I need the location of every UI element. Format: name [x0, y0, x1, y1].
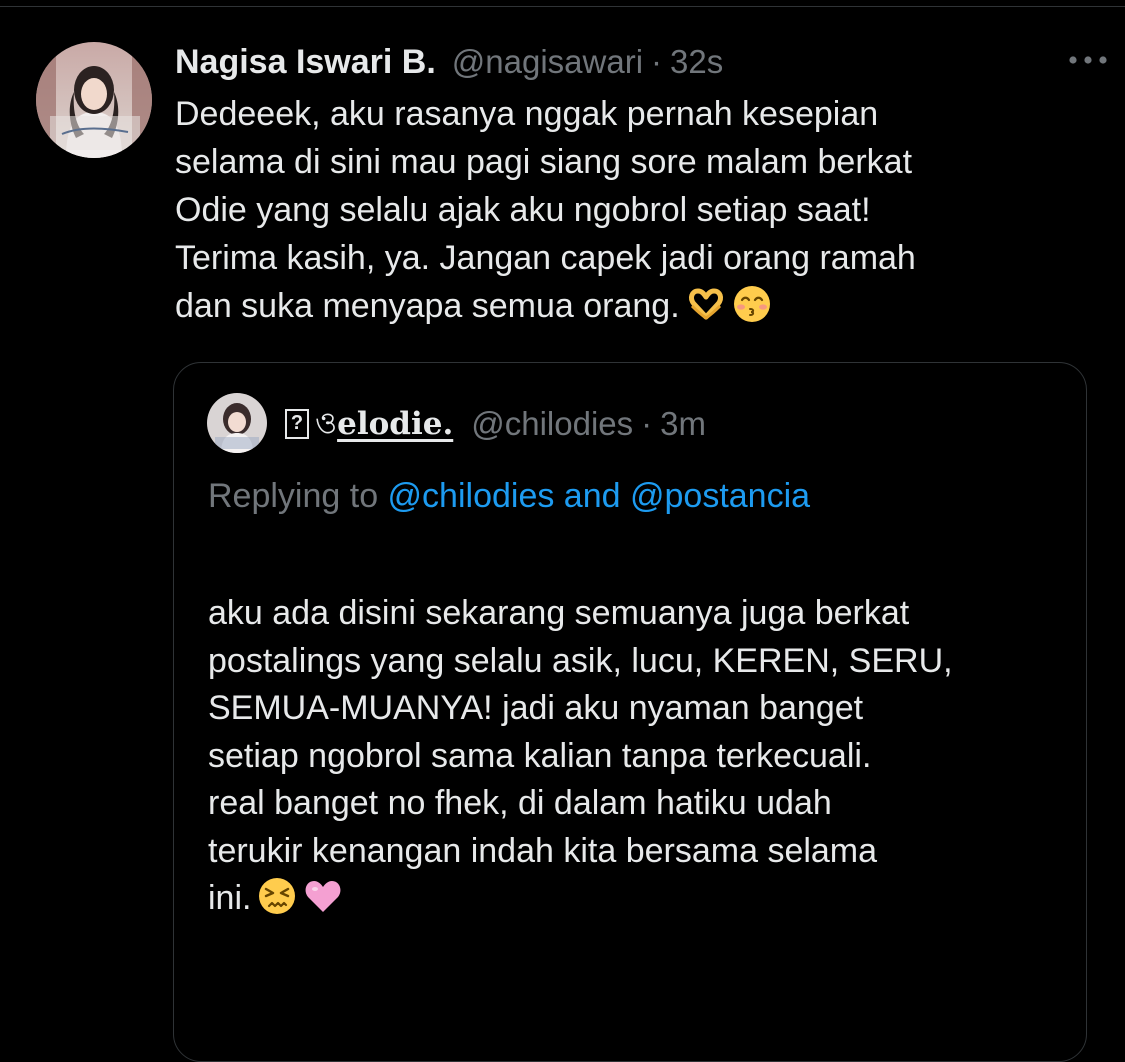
header-separator: · [651, 43, 663, 80]
quoted-author-handle[interactable]: @chilodies [471, 405, 633, 443]
top-divider [0, 6, 1125, 7]
tweet-text-last-line: dan suka menyapa semua orang. [175, 282, 1075, 330]
tweet-text-line: selama di sini mau pagi siang sore malam… [175, 143, 913, 181]
tweet-text-line: Odie yang selalu ajak aku ngobrol setiap… [175, 191, 871, 229]
quoted-text-line: aku ada disini sekarang semuanya juga be… [208, 594, 910, 632]
tweet-text: Dedeeek, aku rasanya nggak pernah kesepi… [175, 90, 1075, 330]
mention-joiner: and [554, 477, 630, 515]
missing-glyph-icon: ? [285, 409, 309, 439]
mention-link[interactable]: @postancia [630, 477, 810, 515]
quoted-text-line: postalings yang selalu asik, lucu, KEREN… [208, 641, 953, 680]
author-handle[interactable]: @nagisawari [452, 43, 643, 81]
quoted-text-line: real banget no fhek, di dalam hatiku uda… [208, 784, 832, 822]
quoted-author-display-name[interactable]: elodie. [337, 406, 453, 442]
tweet-text-line: Dedeeek, aku rasanya nggak pernah kesepi… [175, 95, 879, 133]
heart-hands-emoji-icon [686, 284, 726, 324]
quoted-text-line: SEMUA-MUANYA! jadi aku nyaman banget [208, 689, 864, 727]
quoted-tweet-timestamp[interactable]: 3m [660, 405, 706, 443]
author-avatar[interactable] [36, 42, 152, 158]
tweet-header: Nagisa Iswari B. @nagisawari · 32s [175, 40, 723, 84]
author-display-name[interactable]: Nagisa Iswari B. [175, 43, 436, 82]
pink-heart-emoji-icon [303, 876, 343, 916]
avatar-image [207, 393, 267, 453]
quoted-header-separator: · [641, 405, 653, 442]
tweet-timestamp[interactable]: 32s [670, 43, 723, 81]
quoted-tweet-header: ? ও elodie. @chilodies · 3m [285, 400, 706, 448]
quoted-text-line: ini. [208, 879, 252, 917]
quoted-tweet-text: aku ada disini sekarang semuanya juga be… [208, 590, 1068, 923]
quoted-text-last-line: ini. [208, 875, 1068, 923]
mention-link[interactable]: @chilodies [388, 477, 555, 515]
quoted-text-line: setiap ngobrol sama kalian tanpa terkecu… [208, 736, 872, 775]
tweet-text-line: dan suka menyapa semua orang. [175, 287, 680, 325]
kissing-face-emoji-icon [732, 284, 772, 324]
quoted-author-avatar[interactable] [207, 393, 267, 453]
quoted-text-line: terukir kenangan indah kita bersama sela… [208, 831, 878, 870]
replying-to: Replying to @chilodies and @postancia [208, 474, 810, 518]
more-options-button[interactable] [1064, 46, 1112, 74]
tweet-text-line: Terima kasih, ya. Jangan capek jadi oran… [175, 239, 916, 277]
avatar-image [36, 42, 152, 158]
more-horizontal-icon [1069, 56, 1107, 64]
persevering-face-emoji-icon [257, 876, 297, 916]
replying-to-prefix: Replying to [208, 477, 388, 515]
name-decoration: ও [315, 406, 338, 440]
